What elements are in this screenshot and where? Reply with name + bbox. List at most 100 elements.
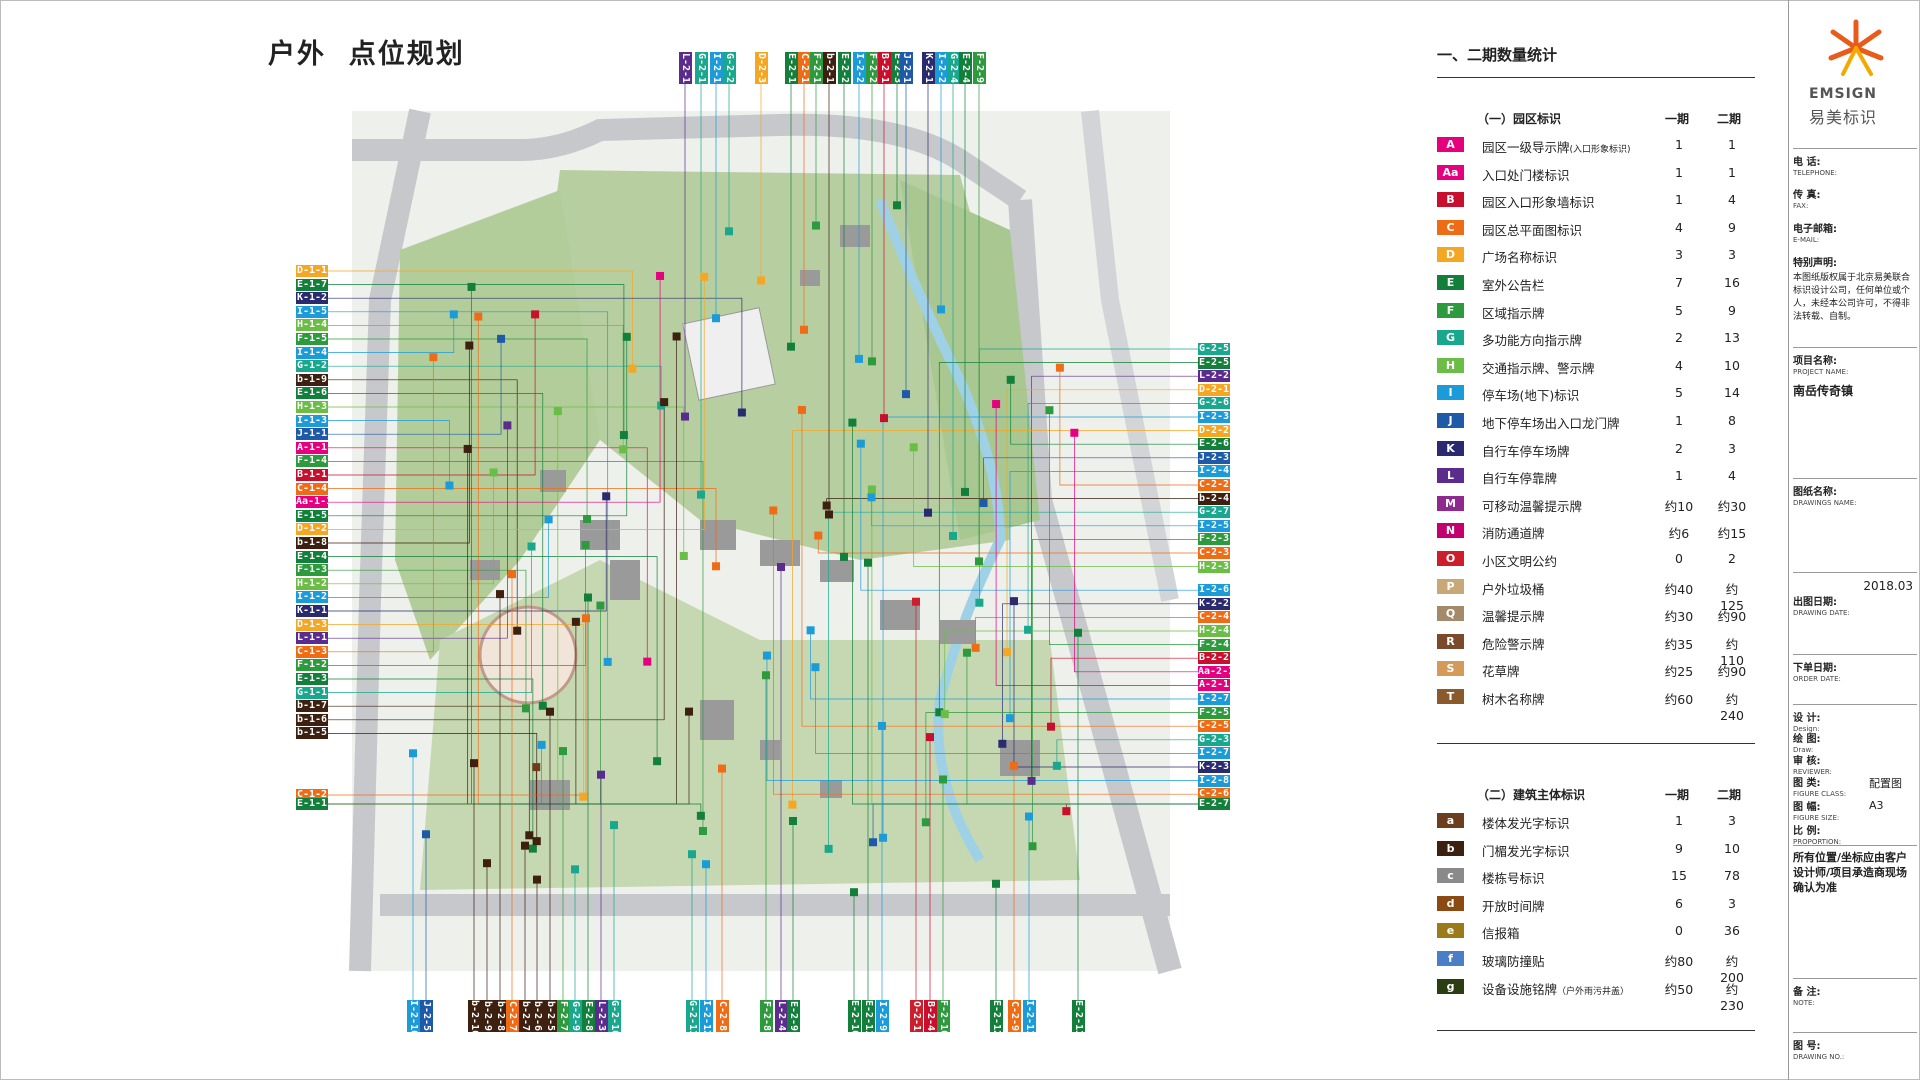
title-block-sidebar: EMSIGN 易美标识 电 话: TELEPHONE: 传 真: FAX: 电子…: [1788, 0, 1920, 1080]
sign-tag-text: b-2-1: [824, 52, 835, 84]
marker-top-e-2-1: [787, 342, 795, 351]
marker-bottom-b-2-7: [521, 841, 529, 850]
marker-top-k-2-1: [924, 508, 932, 517]
sign-tag-l-2-1: L-2-1: [679, 52, 692, 84]
legend-row-b: B 园区入口形象墙标识 1 4: [1437, 191, 1755, 211]
proportion-field: 比 例: PROPORTION:: [1793, 818, 1917, 846]
legend-item-label: 树木名称牌: [1482, 692, 1545, 707]
sign-tag-text: L-2-4: [776, 1000, 787, 1032]
sign-tag-c-2-5: C-2-5: [1198, 720, 1230, 733]
marker-e-1-5: [622, 332, 631, 341]
drawing-date-label: 出图日期:: [1793, 597, 1837, 608]
sign-tag-text: G-2-10: [609, 1000, 620, 1032]
legend-row-a: a 楼体发光字标识 1 3: [1437, 812, 1755, 832]
legend-item-name: 室外公告栏: [1482, 275, 1545, 294]
sign-tag-text: b-2-9: [482, 1000, 493, 1032]
sign-tag-text: C-2-1: [799, 52, 810, 84]
marker-f-2-4: [1045, 406, 1054, 415]
drawing-name-field: 图纸名称: DRAWINGS NAME:: [1793, 478, 1917, 579]
legend-phase2-qty: 14: [1724, 385, 1740, 401]
marker-c-2-5: [797, 405, 806, 414]
marker-c-1-3: [429, 353, 438, 362]
marker-top-g-2-1: [697, 490, 705, 499]
marker-e-1-4: [653, 757, 662, 766]
legend-code-badge: Q: [1437, 606, 1464, 622]
legend-item-name: 自行车停车场牌: [1482, 441, 1570, 460]
notice-text: 本图纸版权属于北京易美联合标识设计公司，任何单位或个人，未经本公司许可，不得非法…: [1793, 273, 1911, 322]
marker-aa-1-1: [656, 271, 665, 280]
sign-tag-k-2-2: K-2-2: [1198, 597, 1230, 610]
legend-item-name: 可移动温馨提示牌: [1482, 496, 1582, 515]
legend-heading: 一、二期数量统计: [1437, 46, 1558, 64]
sign-tag-g-2-6: G-2-6: [1198, 397, 1230, 410]
legend-phase1-qty: 约80: [1664, 954, 1694, 969]
legend-item-label: 区域指示牌: [1482, 305, 1545, 321]
legend-phase1-qty: 约30: [1664, 609, 1694, 625]
legend-phase2-qty: 9: [1728, 219, 1736, 235]
legend-item-label: 消防通道牌: [1482, 526, 1545, 542]
sign-tag-j-1-1: J-1-1: [296, 428, 328, 441]
marker-c-1-2: [582, 614, 591, 623]
legend-item-label: 园区入口形象墙标识: [1482, 195, 1595, 211]
legend-code-badge: K: [1437, 440, 1464, 456]
marker-i-1-2: [544, 515, 553, 524]
legend-phase1-qty: 4: [1675, 219, 1683, 235]
legend-row-k: K 自行车停车场牌 2 3: [1437, 440, 1755, 460]
legend-phase2-qty: 10: [1724, 840, 1740, 856]
sign-tag-e-1-7: E-1-7: [296, 278, 328, 291]
legend-code-badge: H: [1437, 357, 1464, 373]
sign-tag-text: E-2-11: [863, 1000, 874, 1032]
marker-b-2-2: [1046, 722, 1055, 731]
marker-top-e-2-3: [893, 201, 901, 210]
marker-b-1-3: [685, 707, 694, 716]
sign-tag-e-2-4: E-2-4: [959, 52, 972, 84]
legend-item-name: 交通指示牌、警示牌: [1482, 358, 1595, 377]
marker-i-2-8: [762, 651, 771, 660]
legend-item-name: 小区文明公约: [1482, 551, 1557, 570]
legend-item-name: 危险警示牌: [1482, 634, 1545, 653]
design-label: 设 计:: [1793, 713, 1821, 724]
marker-bottom-l-2-4: [777, 563, 785, 572]
legend-code-badge: D: [1437, 247, 1464, 263]
sign-tag-e-1-5: E-1-5: [296, 509, 328, 522]
marker-bottom-i-2-12: [702, 860, 710, 869]
marker-f-1-2: [581, 540, 590, 549]
email-label-en: E-MAIL:: [1793, 236, 1820, 244]
section1-title: （一）园区标识: [1477, 112, 1562, 126]
legend-phase1-qty: 1: [1675, 192, 1683, 208]
sign-tag-f-2-10: F-2-10: [937, 1000, 950, 1032]
site-plan-map[interactable]: D-1-1 E-1-7 K-1-2 I-1-5 H-1-4 F-1-5 I-1-4 G-1-2…: [0, 0, 1420, 1080]
legend-code-badge: E: [1437, 275, 1464, 290]
marker-bottom-b-2-8: [496, 590, 504, 599]
sign-tag-b-2-10: b-2-10: [468, 1000, 481, 1032]
legend-phase2-qty: 78: [1724, 868, 1740, 884]
marker-bottom-i-2-11: [1025, 812, 1033, 821]
legend-item-name: 温馨提示牌: [1482, 606, 1545, 625]
size-label: 图 幅:: [1793, 802, 1821, 813]
sign-tag-d-2-1: D-2-1: [1198, 383, 1230, 396]
sign-tag-i-2-3: I-2-3: [1198, 411, 1230, 423]
sign-tag-b-2-9: b-2-9: [481, 1000, 494, 1032]
sign-tag-i-2-7: I-2-7: [1198, 747, 1230, 760]
legend-code-badge: F: [1437, 302, 1464, 318]
section1-col2: 二期: [1717, 112, 1742, 126]
marker-bottom-g-2-10: [610, 821, 618, 830]
sign-tag-text: I-2-2: [854, 52, 865, 84]
marker-i-2-7: [806, 626, 815, 635]
project-label: 项目名称:: [1793, 356, 1837, 367]
sign-tag-g-2-11: G-2-11: [686, 1000, 699, 1032]
marker-g-2-7: [824, 844, 833, 853]
marker-b-1-5: [532, 837, 541, 846]
sign-tag-aa-1-1: Aa-1-1: [296, 496, 328, 509]
marker-bottom-c-2-7: [508, 570, 516, 579]
legend-item-name: 门楣发光字标识: [1482, 841, 1570, 860]
legend-row-t: T 树木名称牌 约60 约240: [1437, 688, 1755, 723]
marker-top-i-2-2: [937, 305, 945, 314]
sign-tag-g-2-1: G-2-1: [695, 52, 708, 84]
legend-code-badge: f: [1437, 951, 1464, 966]
legend-phase1-qty: 约25: [1664, 664, 1694, 680]
marker-e-1-3: [528, 844, 537, 853]
legend-item-name: 开放时间牌: [1482, 896, 1545, 915]
sign-tag-i-2-8: I-2-8: [1198, 774, 1230, 787]
legend-item-label: 信报箱: [1482, 926, 1520, 942]
